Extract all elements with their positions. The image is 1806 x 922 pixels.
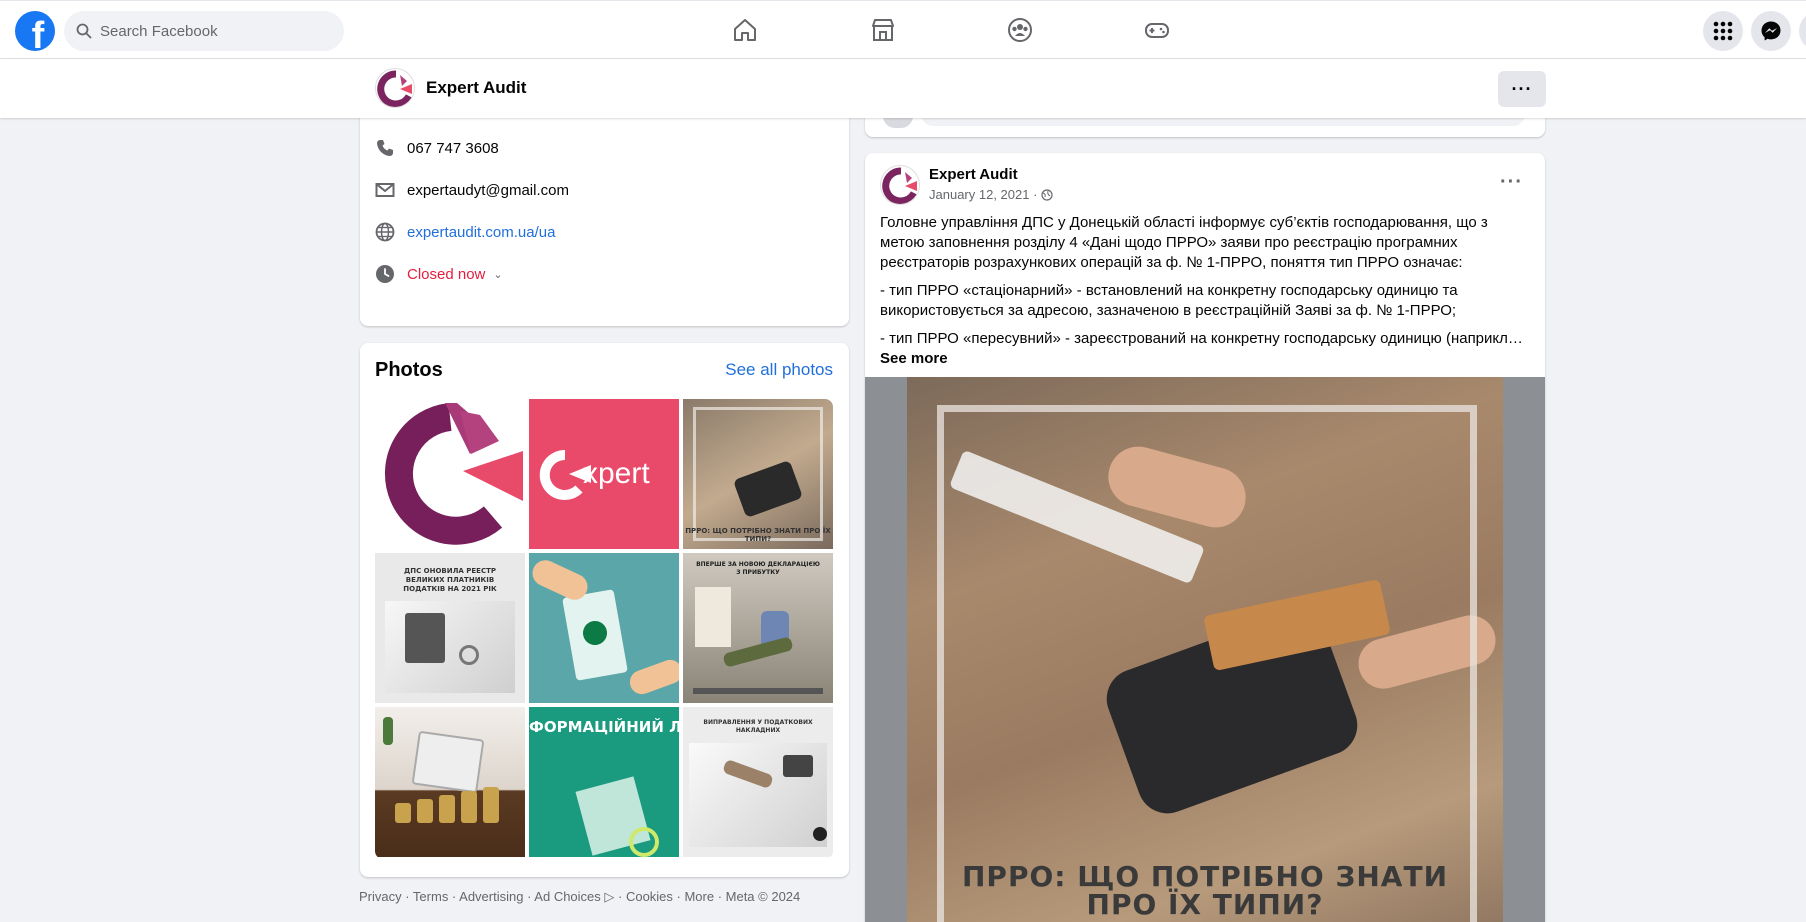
photo-thumbnail[interactable]: [375, 707, 525, 857]
search-bar[interactable]: [64, 11, 344, 51]
post-paragraph: Головне управління ДПС у Донецькій облас…: [880, 214, 1488, 271]
photo-thumbnail[interactable]: xpert: [529, 399, 679, 549]
post-timestamp[interactable]: January 12, 2021 ·: [929, 187, 1054, 202]
image-caption-line-1: ПРРО: ЩО ПОТРІБНО ЗНАТИ: [961, 860, 1449, 893]
photos-heading: Photos: [375, 359, 443, 381]
website-row: expertaudit.com.ua/ua: [375, 222, 555, 242]
photo-thumbnail[interactable]: ПРРО: ЩО ПОТРІБНО ЗНАТИ ПРО ЇХ ТИПИ?: [683, 399, 833, 549]
groups-icon[interactable]: [1005, 15, 1035, 45]
image-caption-line-2: ПРО ЇХ ТИПИ?: [1086, 888, 1324, 921]
page-avatar[interactable]: [375, 68, 415, 108]
post-image[interactable]: ПРРО: ЩО ПОТРІБНО ЗНАТИ ПРО ЇХ ТИПИ?: [865, 377, 1545, 922]
photo-thumbnail[interactable]: ФОРМАЦІЙНИЙ ЛИС № 17: [529, 707, 679, 857]
email-address: expertaudyt@gmail.com: [407, 181, 569, 199]
clock-icon: [375, 264, 395, 284]
chevron-down-icon[interactable]: ⌄: [493, 268, 502, 281]
top-navigation-bar: f: [0, 0, 1806, 59]
photo-thumbnail[interactable]: ВПЕРШЕ ЗА НОВОЮ ДЕКЛАРАЦІЄЮ З ПРИБУТКУ: [683, 553, 833, 703]
search-icon: [76, 23, 92, 39]
feed-post: Expert Audit January 12, 2021 · ··· Голо…: [865, 153, 1545, 922]
gaming-icon[interactable]: [1142, 15, 1172, 45]
post-paragraph: - тип ПРРО «стаціонарний» - встановлений…: [880, 282, 1458, 319]
post-paragraph: - тип ПРРО «пересувний» - зареєстрований…: [880, 330, 1530, 347]
email-row: expertaudyt@gmail.com: [375, 180, 569, 200]
home-icon[interactable]: [730, 15, 760, 45]
marketplace-icon[interactable]: [868, 15, 898, 45]
globe-icon: [1041, 188, 1054, 201]
page-title[interactable]: Expert Audit: [426, 78, 526, 98]
post-author-avatar[interactable]: [880, 165, 920, 205]
page-more-button[interactable]: ···: [1498, 71, 1546, 107]
account-avatar[interactable]: [1799, 11, 1806, 51]
photo-thumbnail[interactable]: ВИПРАВЛЕННЯ У ПОДАТКОВИХ НАКЛАДНИХ: [683, 707, 833, 857]
photo-thumbnail[interactable]: [529, 553, 679, 703]
post-options-button[interactable]: ···: [1500, 171, 1523, 194]
phone-row: 067 747 3608: [375, 138, 499, 158]
photo-thumbnail[interactable]: ДПС ОНОВИЛА РЕЕСТР ВЕЛИКИХ ПЛАТНИКІВ ПОД…: [375, 553, 525, 703]
photo-thumbnail[interactable]: [375, 399, 525, 549]
menu-grid-icon[interactable]: [1703, 11, 1743, 51]
photos-grid: xpert ПРРО: ЩО ПОТРІБНО ЗНАТИ ПРО ЇХ ТИП…: [375, 399, 833, 859]
page-header-bar: Expert Audit ···: [0, 59, 1806, 118]
phone-icon: [375, 138, 395, 158]
globe-icon: [375, 222, 395, 242]
post-date-text[interactable]: January 12, 2021 ·: [929, 187, 1037, 202]
page-intro-card: 067 747 3608 expertaudyt@gmail.com exper…: [360, 100, 849, 326]
see-all-photos-link[interactable]: See all photos: [725, 360, 833, 380]
see-more-link[interactable]: See more: [880, 349, 1530, 369]
search-input[interactable]: [100, 22, 320, 40]
hours-status[interactable]: Closed now: [407, 266, 485, 283]
photos-card: Photos See all photos xpert ПРРО: ЩО ПОТ…: [360, 343, 849, 877]
image-caption: ПРРО: ЩО ПОТРІБНО ЗНАТИ ПРО ЇХ ТИПИ?: [907, 863, 1503, 919]
footer-links[interactable]: Privacy · Terms · Advertising · Ad Choic…: [359, 889, 800, 905]
post-author-name[interactable]: Expert Audit: [929, 166, 1018, 183]
messenger-icon[interactable]: [1751, 11, 1791, 51]
phone-number: 067 747 3608: [407, 139, 499, 157]
hours-row[interactable]: Closed now ⌄: [375, 264, 503, 284]
post-body: Головне управління ДПС у Донецькій облас…: [880, 213, 1530, 369]
facebook-logo[interactable]: f: [15, 11, 55, 51]
website-link[interactable]: expertaudit.com.ua/ua: [407, 224, 555, 241]
image-frame: [937, 405, 1477, 922]
email-icon: [375, 180, 395, 200]
